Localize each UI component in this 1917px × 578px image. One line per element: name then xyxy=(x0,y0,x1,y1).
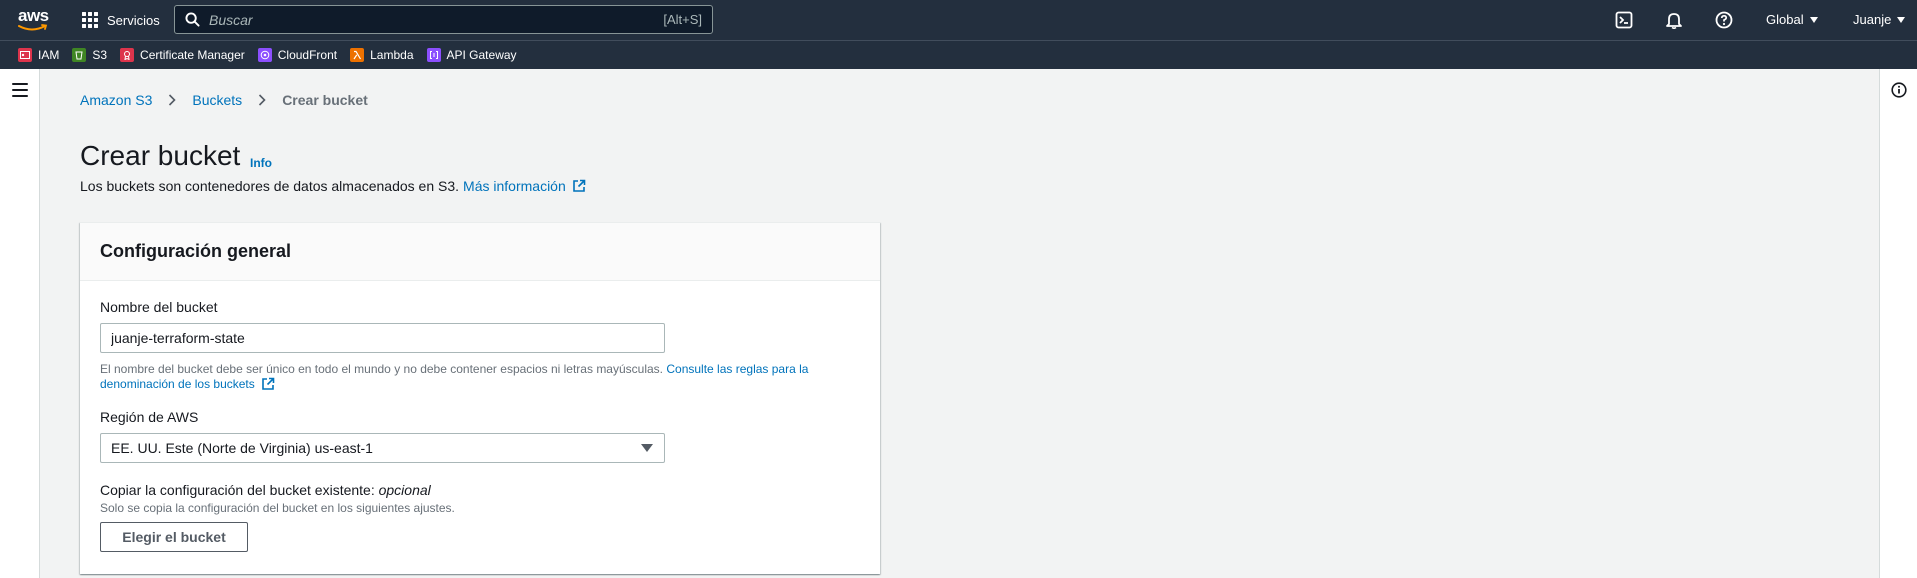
panel-header: Configuración general xyxy=(80,223,880,281)
bucket-name-input[interactable] xyxy=(100,323,665,353)
bell-icon xyxy=(1666,13,1682,29)
favorite-cloudfront[interactable]: CloudFront xyxy=(257,48,338,62)
s3-icon xyxy=(72,48,87,62)
search-box[interactable]: [Alt+S] xyxy=(174,5,713,34)
notifications-button[interactable] xyxy=(1664,10,1684,30)
search-shortcut-hint: [Alt+S] xyxy=(663,12,702,27)
panel-title: Configuración general xyxy=(100,241,292,261)
region-label: Global xyxy=(1766,12,1804,27)
page-description: Los buckets son contenedores de datos al… xyxy=(80,178,586,194)
favorite-lambda[interactable]: Lambda xyxy=(350,48,414,62)
breadcrumb-current: Crear bucket xyxy=(282,92,368,108)
account-name: Juanje xyxy=(1853,12,1892,27)
aws-logo[interactable]: aws xyxy=(18,7,52,33)
account-menu[interactable]: Juanje xyxy=(1853,12,1906,27)
grid-icon xyxy=(82,12,98,28)
caret-down-icon xyxy=(1897,16,1906,23)
iam-icon xyxy=(18,48,32,62)
region-select[interactable]: EE. UU. Este (Norte de Virginia) us-east… xyxy=(100,433,665,463)
copy-settings-label: Copiar la configuración del bucket exist… xyxy=(100,482,431,498)
copy-settings-label-text: Copiar la configuración del bucket exist… xyxy=(100,482,375,498)
cloudshell-button[interactable] xyxy=(1614,10,1634,30)
page-title: Crear bucket xyxy=(80,140,241,171)
region-select-value: EE. UU. Este (Norte de Virginia) us-east… xyxy=(111,440,373,456)
info-link[interactable]: Info xyxy=(250,156,272,170)
top-navigation: aws Servicios [Alt+S] xyxy=(0,0,1917,40)
description-text: Los buckets son contenedores de datos al… xyxy=(80,178,460,194)
certificate-manager-icon xyxy=(120,48,135,62)
breadcrumb-amazon-s3[interactable]: Amazon S3 xyxy=(80,92,152,108)
favorite-label: CloudFront xyxy=(277,48,338,62)
optional-tag: opcional xyxy=(378,482,431,498)
services-menu-button[interactable]: Servicios xyxy=(82,10,160,30)
favorite-label: S3 xyxy=(92,48,108,62)
right-side-rail xyxy=(1879,69,1917,578)
favorite-label: IAM xyxy=(38,48,60,62)
bucket-name-hint-text: El nombre del bucket debe ser único en t… xyxy=(100,362,664,376)
region-selector[interactable]: Global xyxy=(1766,12,1818,27)
chevron-right-icon xyxy=(259,94,266,106)
favorite-label: API Gateway xyxy=(446,48,517,62)
more-info-label: Más información xyxy=(463,178,566,194)
caret-down-icon xyxy=(1809,16,1818,23)
search-icon xyxy=(185,12,200,27)
search-input[interactable] xyxy=(209,11,712,28)
favorites-bar: IAM S3 Certificate Manager CloudFront La… xyxy=(0,40,1917,69)
favorite-certificate-manager[interactable]: Certificate Manager xyxy=(120,48,245,62)
services-label: Servicios xyxy=(107,12,160,28)
caret-down-icon xyxy=(641,444,653,452)
bucket-name-label: Nombre del bucket xyxy=(100,299,218,315)
region-label: Región de AWS xyxy=(100,409,199,425)
more-info-link[interactable]: Más información xyxy=(463,178,586,194)
favorite-iam[interactable]: IAM xyxy=(18,48,59,62)
favorite-api-gateway[interactable]: API Gateway xyxy=(426,48,517,62)
choose-bucket-button[interactable]: Elegir el bucket xyxy=(100,522,248,552)
breadcrumb-buckets[interactable]: Buckets xyxy=(192,92,242,108)
copy-settings-hint: Solo se copia la configuración del bucke… xyxy=(100,501,455,515)
breadcrumb: Amazon S3 Buckets Crear bucket xyxy=(80,92,368,108)
api-gateway-icon xyxy=(426,48,441,62)
cloudfront-icon xyxy=(257,48,272,62)
help-icon xyxy=(1715,11,1733,29)
favorite-label: Lambda xyxy=(370,48,414,62)
left-side-rail xyxy=(0,69,40,578)
favorite-label: Certificate Manager xyxy=(140,48,245,62)
bucket-name-hint: El nombre del bucket debe ser único en t… xyxy=(100,362,840,392)
external-link-icon xyxy=(262,377,275,390)
info-panel-icon[interactable] xyxy=(1891,82,1907,98)
aws-smile-icon xyxy=(18,24,48,31)
menu-icon[interactable] xyxy=(12,83,28,97)
cloudshell-icon xyxy=(1615,11,1633,29)
chevron-right-icon xyxy=(169,94,177,106)
lambda-icon xyxy=(350,48,365,62)
external-link-icon xyxy=(572,179,586,192)
help-button[interactable] xyxy=(1714,10,1734,30)
favorite-s3[interactable]: S3 xyxy=(72,48,107,62)
aws-logo-text: aws xyxy=(18,6,49,25)
general-configuration-panel: Configuración general Nombre del bucket … xyxy=(80,222,880,574)
